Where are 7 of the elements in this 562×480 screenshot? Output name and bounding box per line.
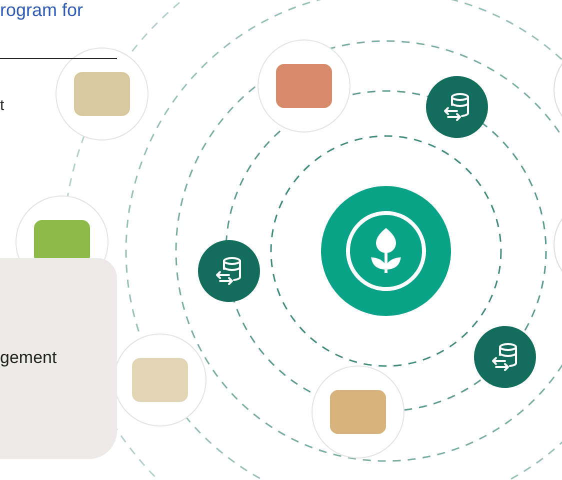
intro-text: t: [0, 96, 6, 116]
database-sync-icon: [426, 76, 488, 138]
database-sync-icon: [198, 240, 260, 302]
database-sync-icon: [474, 326, 536, 388]
card-text: gement: [0, 347, 58, 370]
section-heading: rogram for: [0, 0, 84, 20]
sprout-logo-icon: [321, 186, 451, 316]
